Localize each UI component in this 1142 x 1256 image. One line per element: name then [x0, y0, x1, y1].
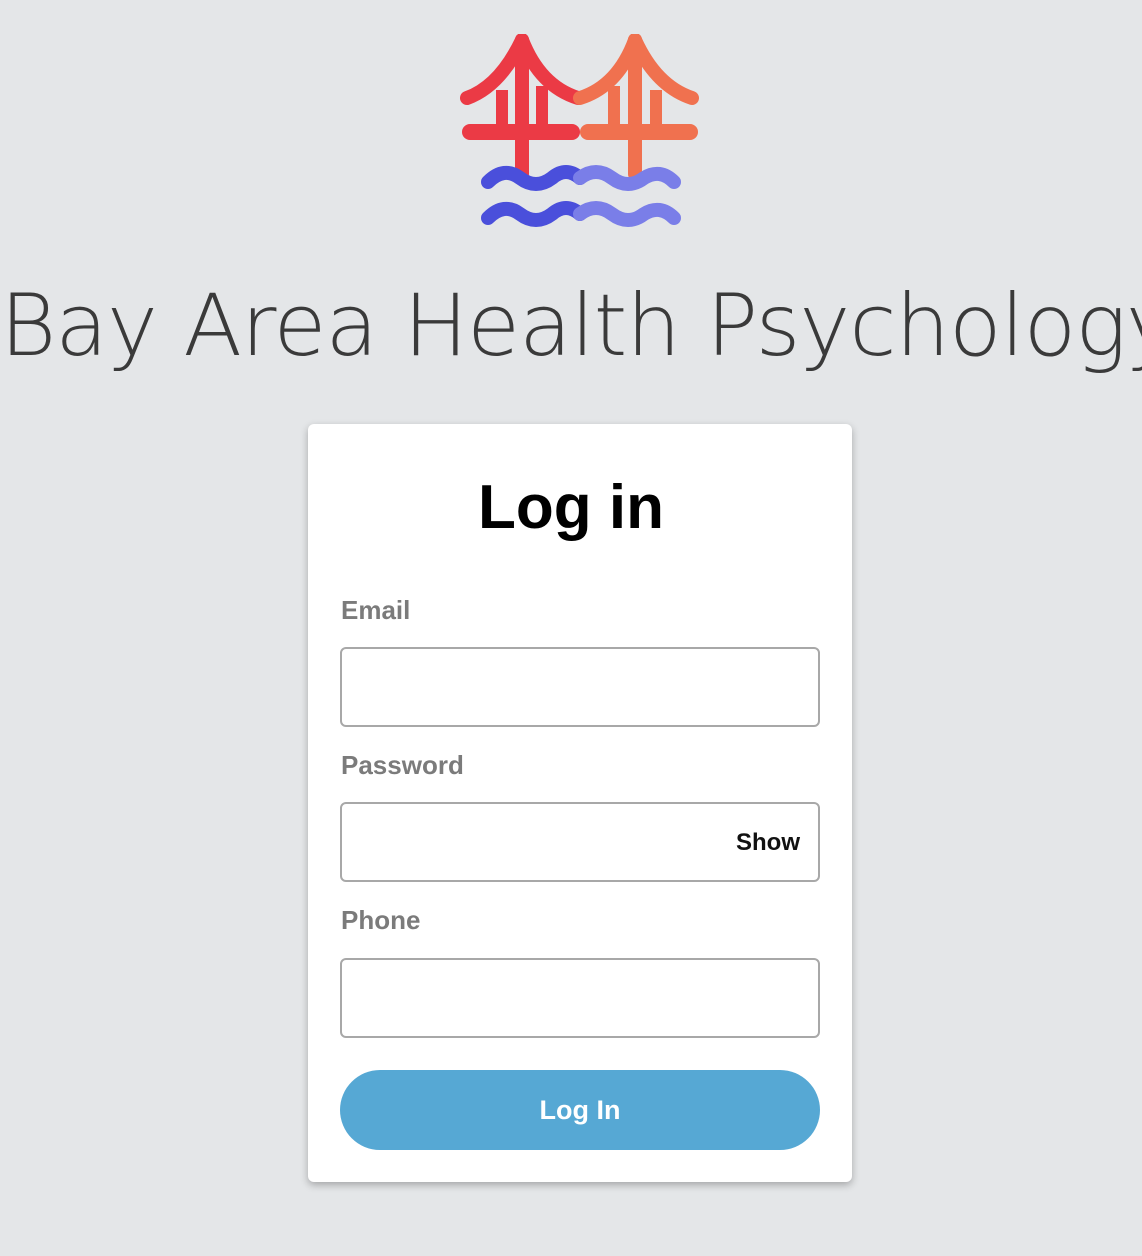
- password-field-container: Show: [340, 802, 820, 882]
- email-label: Email: [341, 595, 411, 625]
- password-field[interactable]: [342, 804, 734, 880]
- login-button[interactable]: Log In: [340, 1070, 820, 1150]
- password-label: Password: [341, 750, 464, 780]
- brand-name: Bay Area Health Psychology: [0, 276, 1142, 376]
- bay-area-logo-icon: [460, 34, 699, 227]
- email-field[interactable]: [342, 649, 734, 725]
- email-field-container: [340, 647, 820, 727]
- phone-field[interactable]: [342, 960, 734, 1036]
- phone-field-container: [340, 958, 820, 1038]
- show-password-button[interactable]: Show: [736, 828, 800, 858]
- phone-label: Phone: [341, 905, 421, 935]
- login-title: Log in: [478, 473, 664, 542]
